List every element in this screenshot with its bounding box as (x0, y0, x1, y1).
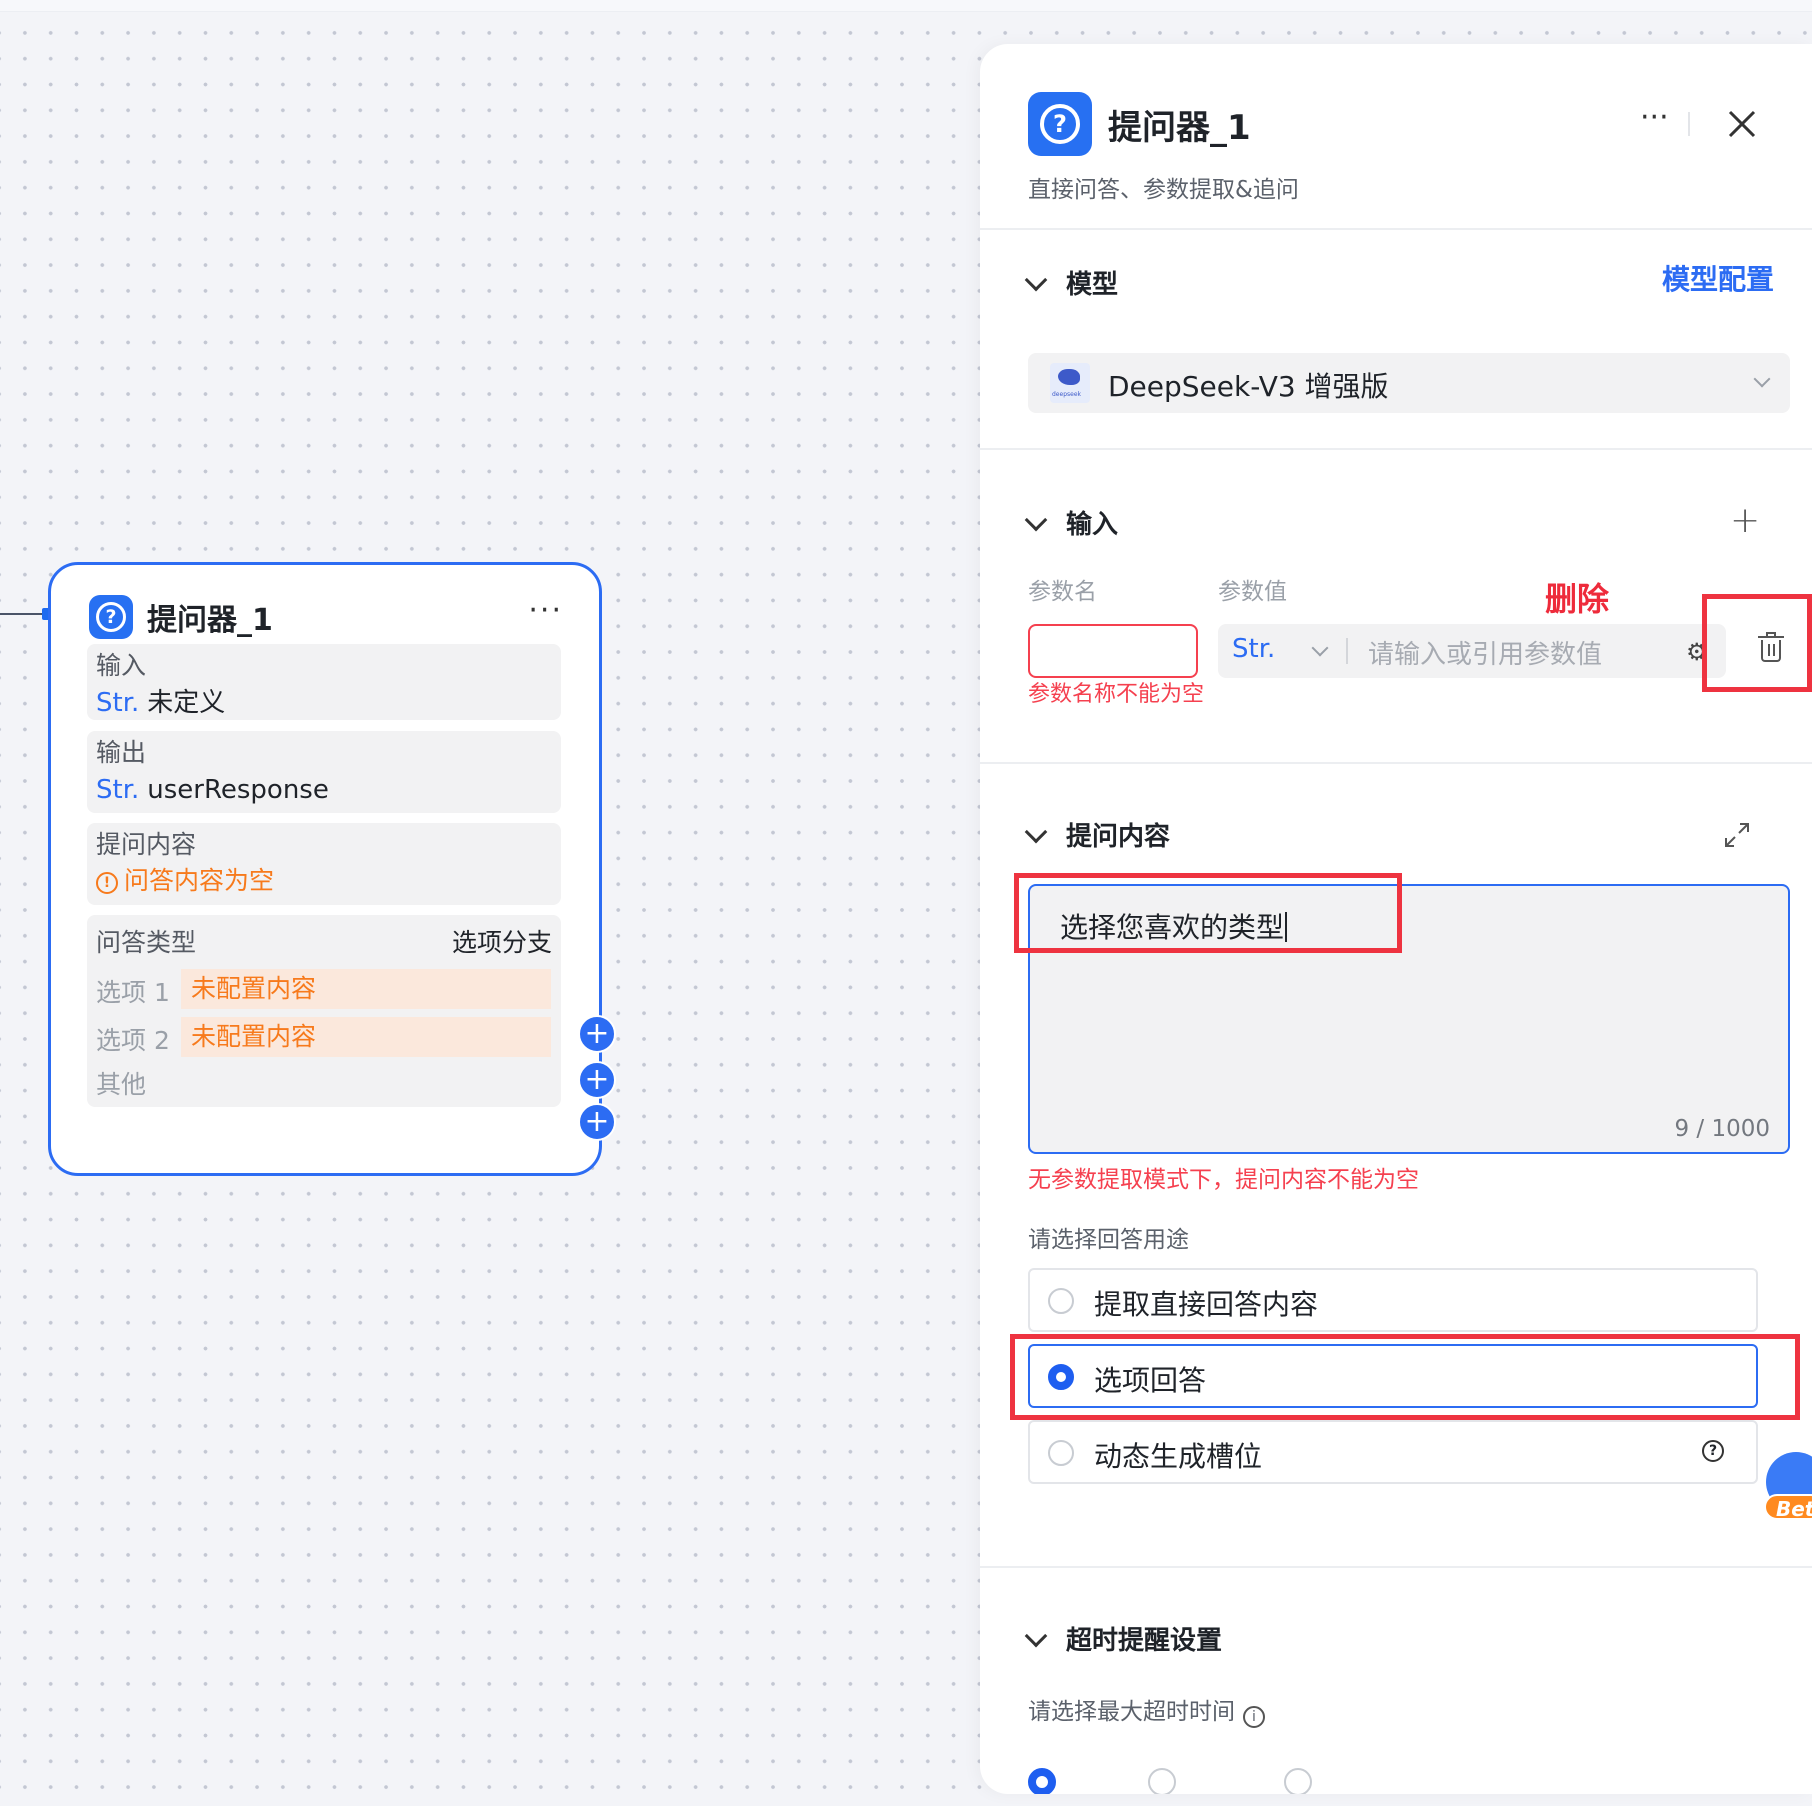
beta-badge: Bet (1764, 1494, 1812, 1521)
radio-button[interactable] (1048, 1288, 1074, 1314)
answer-usage-label: 请选择回答用途 (1028, 1227, 1189, 1253)
chevron-down-icon (1024, 820, 1048, 843)
chevron-down-icon (1024, 508, 1048, 531)
question-icon: ? (1028, 92, 1092, 156)
other-add-button[interactable]: + (578, 1103, 616, 1141)
qa-type-value: 选项分支 (451, 928, 552, 957)
warning-icon: ! (96, 872, 118, 894)
header-separator (1688, 112, 1690, 136)
chevron-down-icon (1311, 639, 1329, 657)
option-1-add-button[interactable]: + (578, 1015, 616, 1053)
input-separator (1346, 638, 1348, 664)
timeout-label: 请选择最大超时时间 i (1028, 1692, 1265, 1728)
radio-dynamic-slot[interactable]: 动态生成槽位 ? (1028, 1420, 1758, 1484)
annotation-delete-box (1702, 594, 1812, 692)
radio-label: 提取直接回答内容 (1094, 1288, 1319, 1321)
divider (980, 762, 1812, 764)
model-name: DeepSeek-V3 增强版 (1108, 370, 1389, 403)
radio-button[interactable] (1148, 1768, 1176, 1794)
chevron-down-icon (1024, 268, 1048, 291)
param-value-input[interactable]: Str. 请输入或引用参数值 ⚙ (1218, 624, 1726, 678)
output-value: Str. userResponse (96, 775, 329, 805)
param-name-error: 参数名称不能为空 (1028, 682, 1205, 707)
other-label: 其他 (96, 1070, 147, 1099)
param-value-placeholder: 请输入或引用参数值 (1368, 640, 1603, 670)
model-config-link[interactable]: 模型配置 (1662, 258, 1774, 298)
radio-button[interactable] (1028, 1768, 1056, 1794)
option-1-value[interactable]: 未配置内容 (181, 969, 551, 1009)
question-icon: ? (89, 595, 133, 639)
input-section-toggle[interactable]: 输入 (1024, 504, 1118, 541)
top-bar (0, 0, 1812, 12)
deepseek-logo-icon: deepseek (1050, 363, 1090, 403)
panel-title[interactable]: 提问器_1 (1108, 100, 1251, 149)
input-label: 输入 (96, 651, 147, 680)
add-param-button[interactable]: + (1730, 500, 1760, 541)
radio-button[interactable] (1048, 1440, 1074, 1466)
option-2-label: 选项 2 (96, 1026, 170, 1055)
option-2-value[interactable]: 未配置内容 (181, 1017, 551, 1057)
expand-icon[interactable] (1722, 820, 1752, 850)
info-icon: i (1243, 1706, 1265, 1728)
char-count: 9 / 1000 (1674, 1116, 1770, 1142)
param-type-select[interactable]: Str. (1232, 634, 1275, 664)
close-icon[interactable] (1722, 104, 1762, 144)
question-section-toggle[interactable]: 提问内容 (1024, 816, 1170, 853)
model-select[interactable]: deepseek DeepSeek-V3 增强版 (1028, 353, 1790, 413)
question-label: 提问内容 (96, 830, 197, 859)
option-1-label: 选项 1 (96, 978, 170, 1007)
node-qa-type-section: 问答类型 选项分支 选项 1 未配置内容 选项 2 未配置内容 其他 (87, 915, 561, 1107)
radio-button[interactable] (1284, 1768, 1312, 1794)
divider (980, 448, 1812, 450)
divider (980, 1566, 1812, 1568)
option-2-add-button[interactable]: + (578, 1061, 616, 1099)
radio-label: 动态生成槽位 (1094, 1440, 1263, 1473)
model-section-toggle[interactable]: 模型 (1024, 264, 1118, 301)
connection-edge (0, 613, 48, 615)
param-name-header: 参数名 (1028, 579, 1097, 605)
panel-subtitle: 直接问答、参数提取&追问 (1028, 177, 1299, 203)
output-label: 输出 (96, 738, 147, 767)
node-question-section: 提问内容 ! 问答内容为空 (87, 823, 561, 905)
timeout-section-toggle[interactable]: 超时提醒设置 (1024, 1620, 1222, 1657)
more-icon[interactable]: ··· (1640, 100, 1669, 135)
input-value: Str. 未定义 (96, 688, 226, 718)
node-more-icon[interactable]: ··· (528, 593, 563, 628)
help-icon[interactable]: ? (1702, 1440, 1724, 1462)
node-header: ? 提问器_1 (89, 595, 273, 639)
param-value-header: 参数值 (1218, 579, 1287, 605)
delete-annotation-label: 删除 (1545, 580, 1610, 618)
node-input-section: 输入 Str. 未定义 (87, 644, 561, 720)
chevron-down-icon (1753, 370, 1771, 388)
chevron-down-icon (1024, 1624, 1048, 1647)
question-error: 无参数提取模式下，提问内容不能为空 (1028, 1167, 1419, 1193)
node-title: 提问器_1 (147, 603, 273, 638)
questioner-node[interactable]: ? 提问器_1 ··· 输入 Str. 未定义 输出 Str. userRespon… (48, 562, 616, 1176)
node-output-section: 输出 Str. userResponse (87, 731, 561, 813)
annotation-option-box (1010, 1334, 1800, 1420)
qa-type-label: 问答类型 (96, 928, 197, 957)
divider (980, 228, 1812, 230)
radio-extract-answer[interactable]: 提取直接回答内容 (1028, 1268, 1758, 1332)
question-warning: ! 问答内容为空 (96, 861, 274, 897)
annotation-question-box (1014, 873, 1402, 953)
param-name-input[interactable] (1028, 624, 1198, 678)
